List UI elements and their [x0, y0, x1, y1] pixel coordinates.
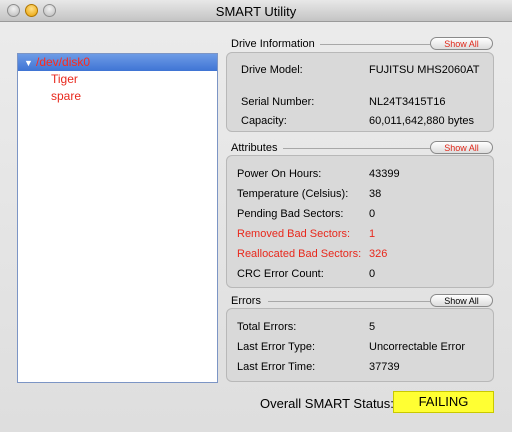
smart-utility-window: SMART Utility ▼/dev/disk0 Tiger spare Dr…	[0, 0, 512, 432]
disclosure-triangle-icon[interactable]: ▼	[24, 55, 36, 72]
volume-item[interactable]: Tiger	[18, 71, 217, 88]
capacity-value: 60,011,642,880 bytes	[369, 115, 474, 127]
attribute-label: Pending Bad Sectors:	[237, 208, 344, 220]
disk-item[interactable]: ▼/dev/disk0	[18, 54, 217, 71]
disk-list[interactable]: ▼/dev/disk0 Tiger spare	[17, 53, 218, 383]
window-title: SMART Utility	[215, 4, 297, 19]
error-label: Last Error Time:	[237, 361, 316, 373]
error-value: 37739	[369, 361, 400, 373]
attribute-value-alert: 1	[369, 228, 376, 240]
error-label: Last Error Type:	[237, 341, 316, 353]
attributes-panel: Power On Hours: 43399 Temperature (Celsi…	[226, 155, 494, 288]
drive-model-label: Drive Model:	[241, 64, 303, 76]
divider	[283, 148, 430, 149]
errors-heading: Errors	[231, 295, 261, 307]
attribute-value-alert: 326	[369, 248, 388, 260]
attribute-label: CRC Error Count:	[237, 268, 324, 280]
capacity-label: Capacity:	[241, 115, 287, 127]
title-bar: SMART Utility	[0, 0, 512, 22]
overall-status-badge: FAILING	[393, 391, 494, 413]
errors-show-all-button[interactable]: Show All	[430, 294, 493, 307]
attribute-value: 0	[369, 268, 376, 280]
disk-name: /dev/disk0	[36, 55, 91, 69]
errors-panel: Total Errors: 5 Last Error Type: Uncorre…	[226, 308, 494, 382]
serial-number-label: Serial Number:	[241, 96, 315, 108]
serial-number-value: NL24T3415T16	[369, 96, 446, 108]
drive-info-show-all-button[interactable]: Show All	[430, 37, 493, 50]
attribute-label-alert: Reallocated Bad Sectors:	[237, 248, 362, 260]
error-label: Total Errors:	[237, 321, 297, 333]
attribute-label-alert: Removed Bad Sectors:	[237, 228, 351, 240]
attribute-label: Temperature (Celsius):	[237, 188, 349, 200]
error-value: Uncorrectable Error	[369, 341, 465, 353]
attribute-value: 0	[369, 208, 376, 220]
attributes-heading: Attributes	[231, 142, 278, 154]
divider	[320, 44, 430, 45]
attribute-label: Power On Hours:	[237, 168, 322, 180]
drive-info-heading: Drive Information	[231, 38, 315, 50]
attributes-show-all-button[interactable]: Show All	[430, 141, 493, 154]
divider	[268, 301, 430, 302]
overall-status-label: Overall SMART Status:	[260, 396, 394, 411]
attribute-value: 43399	[369, 168, 400, 180]
drive-model-value: FUJITSU MHS2060AT	[369, 64, 480, 76]
error-value: 5	[369, 321, 376, 333]
drive-info-panel: Drive Model: FUJITSU MHS2060AT Serial Nu…	[226, 52, 494, 132]
volume-item[interactable]: spare	[18, 88, 217, 105]
attribute-value: 38	[369, 188, 382, 200]
